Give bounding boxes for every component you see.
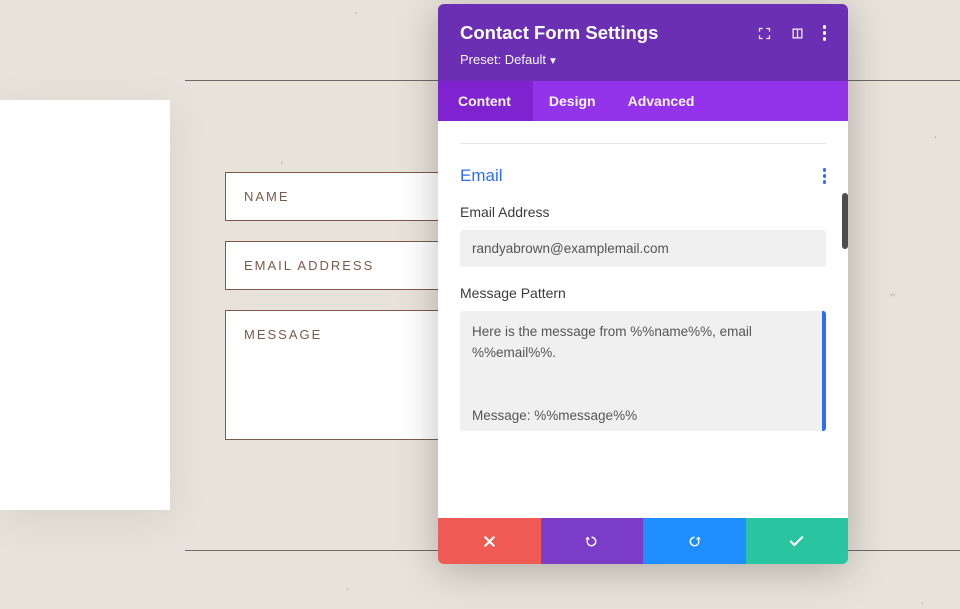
- panel-tabs: Content Design Advanced: [438, 81, 848, 121]
- undo-button[interactable]: [541, 518, 644, 564]
- scrollbar-thumb[interactable]: [842, 193, 848, 249]
- kebab-icon[interactable]: [823, 25, 827, 41]
- dock-icon[interactable]: [790, 26, 805, 41]
- panel-header: Contact Form Settings Preset: Default▼: [438, 4, 848, 81]
- preset-selector[interactable]: Preset: Default▼: [460, 52, 826, 67]
- panel-title: Contact Form Settings: [460, 22, 658, 44]
- email-address-label: Email Address: [460, 204, 826, 220]
- message-pattern-input[interactable]: Here is the message from %%name%%, email…: [460, 311, 826, 431]
- message-pattern-label: Message Pattern: [460, 285, 826, 301]
- redo-icon: [686, 533, 703, 550]
- page-heading: sage: [0, 130, 170, 189]
- email-address-input[interactable]: [460, 230, 826, 267]
- cancel-button[interactable]: [438, 518, 541, 564]
- tab-content[interactable]: Content: [438, 81, 533, 121]
- close-icon: [481, 533, 498, 550]
- page-card: sage habitasse nec. s nunc leo.: [0, 100, 170, 510]
- section-title: Email: [460, 166, 503, 186]
- page-paragraph: habitasse nec. s nunc leo.: [0, 349, 170, 398]
- check-icon: [788, 533, 805, 550]
- tab-advanced[interactable]: Advanced: [612, 81, 711, 121]
- undo-icon: [583, 533, 600, 550]
- panel-body: Email Email Address Message Pattern Here…: [438, 121, 848, 518]
- tab-design[interactable]: Design: [533, 81, 612, 121]
- expand-icon[interactable]: [757, 26, 772, 41]
- panel-footer: [438, 518, 848, 564]
- redo-button[interactable]: [643, 518, 746, 564]
- section-menu-icon[interactable]: [823, 168, 827, 184]
- settings-panel: Contact Form Settings Preset: Default▼ C…: [438, 4, 848, 564]
- save-button[interactable]: [746, 518, 849, 564]
